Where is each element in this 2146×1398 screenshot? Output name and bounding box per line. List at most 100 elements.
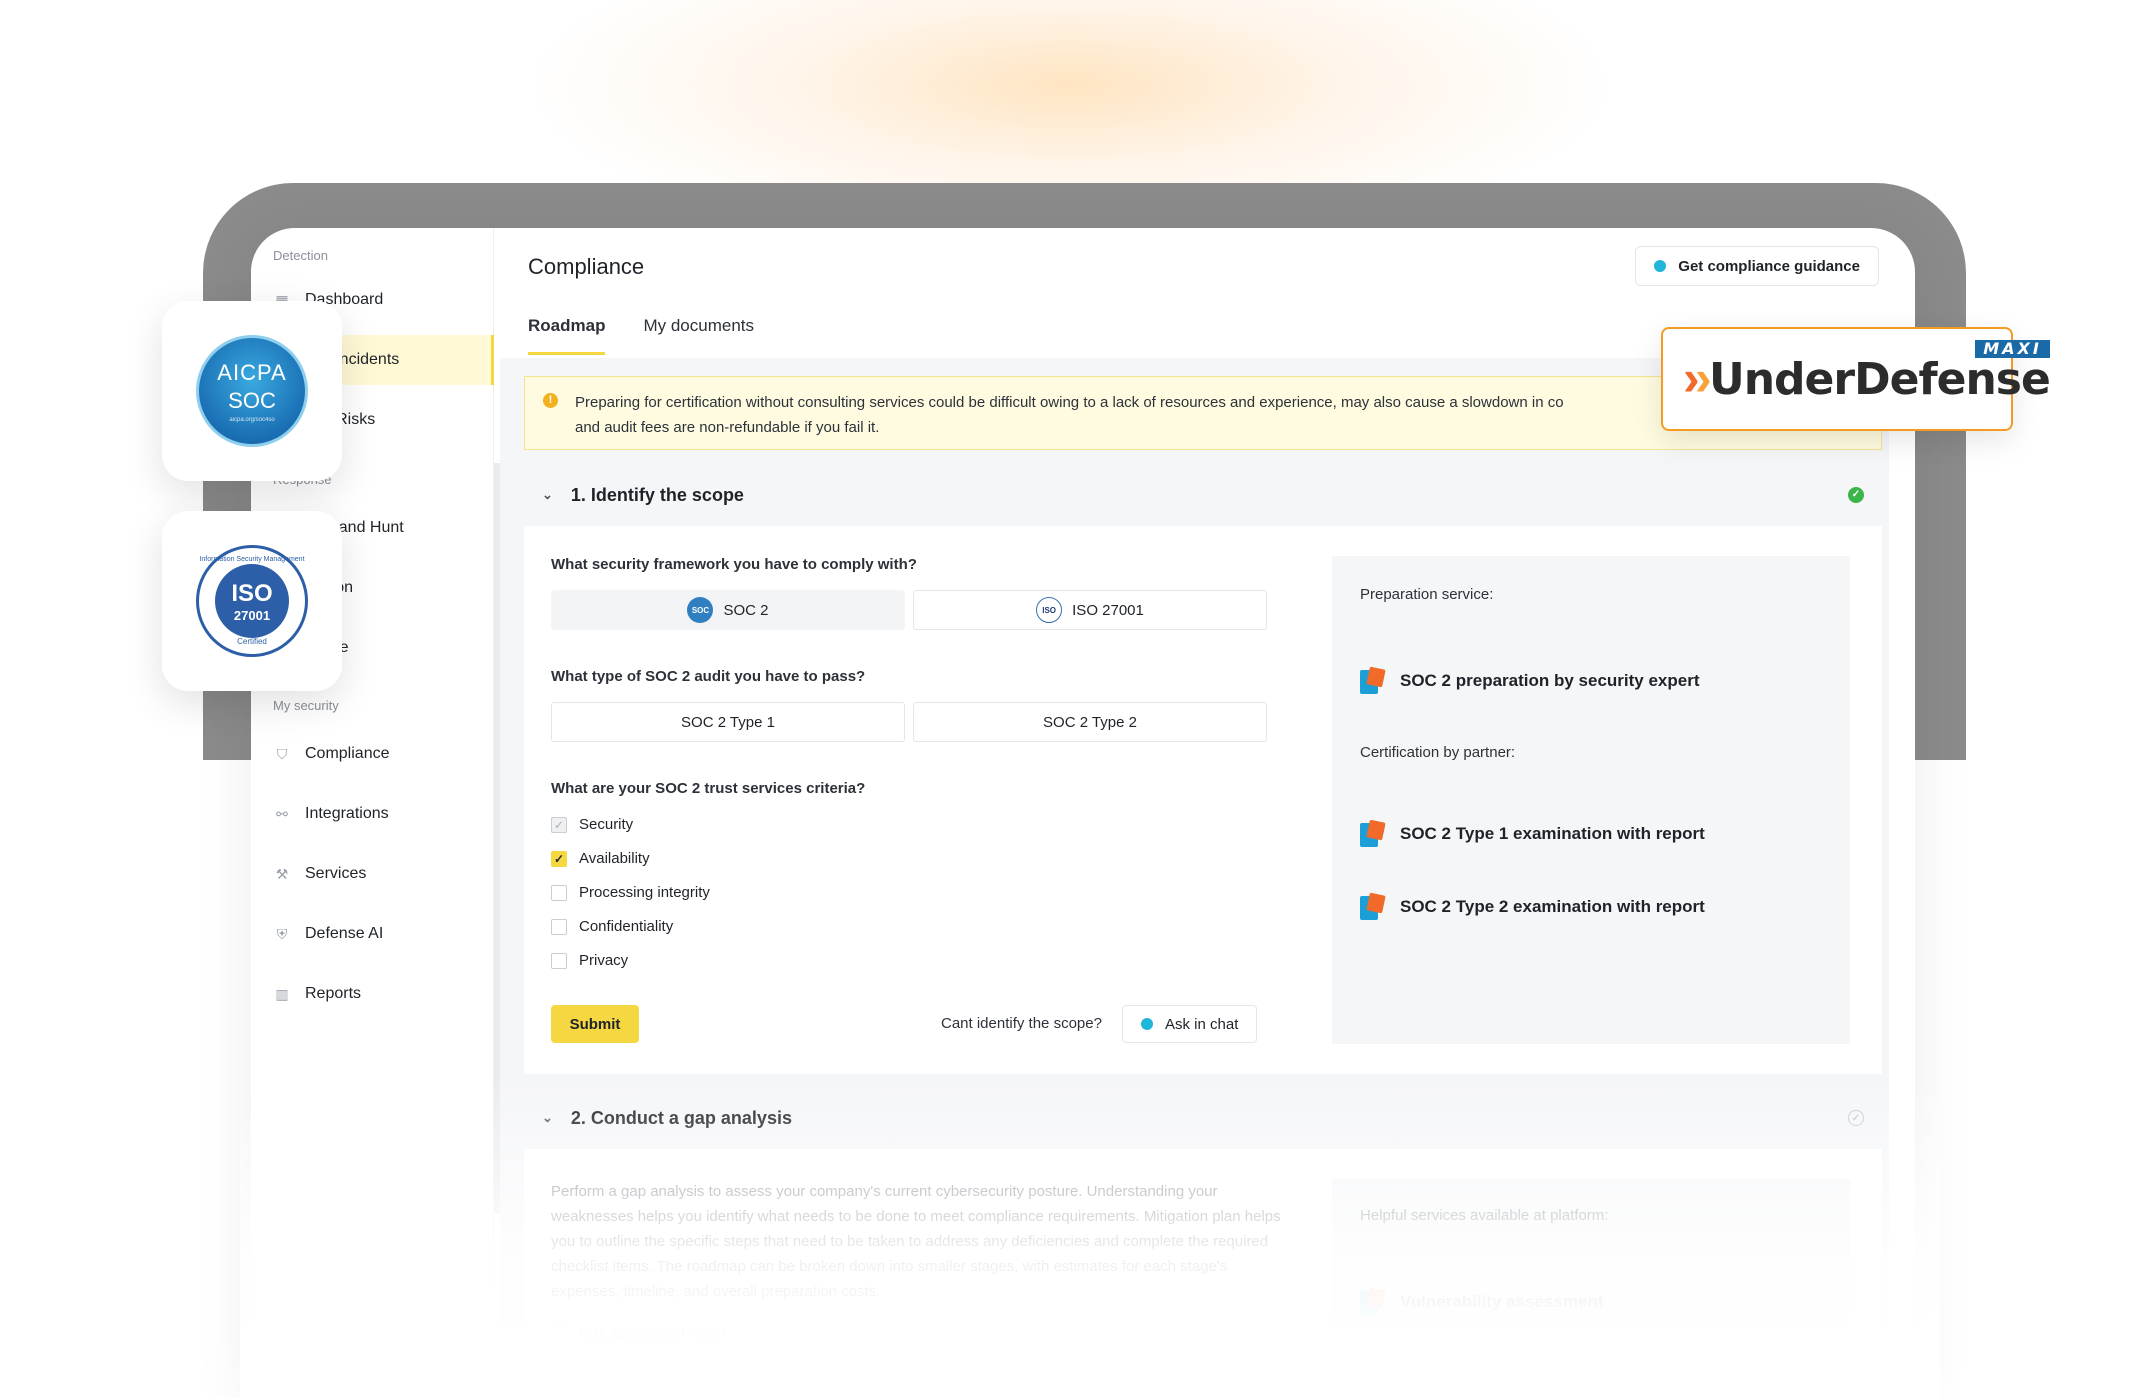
shield-check-icon: ⛉ [276,745,288,762]
sidebar-section-my-security: My security [273,698,339,713]
option-label: SOC 2 [723,601,769,619]
iso-ring-text: Information Security Management [199,556,305,563]
risk-report-label: Risk assessment report [579,1325,726,1341]
certification-label: Certification by partner: [1360,744,1516,761]
checkbox-icon [551,1325,567,1341]
chevron-down-icon: ⌄ [542,1110,553,1125]
pending-circle-icon: ✓ [1848,1110,1864,1126]
brand-tag: MAXI [1975,339,2050,358]
checkbox-checked-icon: ✓ [551,850,567,867]
aicpa-text: AICPA [217,359,287,385]
preparation-service-item[interactable]: SOC 2 preparation by security expert [1360,666,1700,694]
helpful-services-panel: Helpful services available at platform: … [1332,1179,1850,1398]
iso-badge-icon: ISO [1036,597,1063,623]
sidebar-item-services[interactable]: ⚒ Services [273,849,488,899]
link-icon: ⚯ [276,805,288,822]
criteria-security[interactable]: ✓ Security [551,816,633,833]
book-icon [1360,1287,1386,1315]
iso-certified: Certified [237,637,267,646]
criteria-privacy[interactable]: Privacy [551,952,628,969]
criteria-availability[interactable]: ✓ Availability [551,850,650,867]
sidebar-item-compliance[interactable]: ⛉ Compliance [273,729,488,779]
criteria-confidentiality[interactable]: Confidentiality [551,918,673,935]
criteria-processing-integrity[interactable]: Processing integrity [551,884,710,901]
step1-header[interactable]: ⌄ 1. Identify the scope ✓ [524,464,1882,526]
chevron-down-icon: ⌄ [542,487,553,502]
cant-identify-text: Cant identify the scope? [941,1015,1102,1032]
iso-27001-card: Information Security Management ISO 2700… [162,511,342,691]
step1-body: What security framework you have to comp… [524,526,1882,1074]
aicpa-soc-card: AICPA SOC aicpa.org/soc4so [162,301,342,481]
soc-badge-icon: SOC [687,597,714,623]
brand-name: UnderDefense MAXI [1709,339,2051,405]
step1-title: 1. Identify the scope [570,484,744,505]
preparation-label: Preparation service: [1360,586,1494,603]
criteria-question: What are your SOC 2 trust services crite… [551,780,866,797]
book-icon [1360,666,1386,694]
ask-in-chat-button[interactable]: Ask in chat [1122,1005,1258,1043]
option-label: ISO 27001 [1072,601,1144,619]
step2-header[interactable]: ⌄ 2. Conduct a gap analysis ✓ [524,1087,1882,1149]
bar-chart-icon: ▥ [275,985,289,1002]
iso-number: 27001 [233,607,271,623]
check-circle-icon: ✓ [1848,487,1864,503]
checkbox-icon [551,952,567,969]
iso-text: ISO [231,579,273,607]
aicpa-url: aicpa.org/soc4so [229,416,275,423]
service-label: SOC 2 preparation by security expert [1400,671,1700,690]
helpful-services-label: Helpful services available at platform: [1360,1207,1609,1224]
guidance-label: Get compliance guidance [1678,257,1860,275]
framework-option-iso[interactable]: ISO ISO 27001 [913,590,1267,630]
book-icon [1360,819,1386,847]
criteria-label: Confidentiality [579,918,674,935]
sidebar-item-label: Services [305,865,367,882]
vulnerability-assessment-item[interactable]: Vulnerability assessment [1360,1287,1604,1315]
cert-item-type1[interactable]: SOC 2 Type 1 examination with report [1360,819,1705,847]
step2-title: 2. Conduct a gap analysis [570,1107,792,1128]
sidebar-item-label: Reports [305,985,362,1002]
services-panel: Preparation service: SOC 2 preparation b… [1332,556,1850,1044]
audit-option-type2[interactable]: SOC 2 Type 2 [913,702,1267,742]
framework-option-soc2[interactable]: SOC SOC 2 [551,590,905,630]
soc-text: SOC [228,387,276,413]
sidebar-item-reports[interactable]: ▥ Reports [273,969,488,1019]
sidebar-item-integrations[interactable]: ⚯ Integrations [273,789,488,839]
wrench-icon: ⚒ [275,865,289,882]
chat-icon [1654,260,1667,272]
risk-report-item[interactable]: Risk assessment report [551,1325,725,1341]
tab-my-documents[interactable]: My documents [643,316,754,355]
brand-name-text: UnderDefense [1709,353,2051,405]
ask-label: Ask in chat [1165,1015,1239,1033]
audit-option-type1[interactable]: SOC 2 Type 1 [551,702,905,742]
criteria-label: Availability [579,850,650,867]
tabs: Roadmap My documents [528,316,754,355]
service-label: SOC 2 Type 1 examination with report [1400,824,1705,843]
vuln-sub-item: Vulnerability assessment [584,1351,728,1366]
compliance-guidance-button[interactable]: Get compliance guidance [1635,246,1879,286]
tab-roadmap[interactable]: Roadmap [528,316,606,355]
checkbox-icon [551,918,567,935]
documents-collected: Documents collected [1094,1347,1245,1364]
service-label: Vulnerability assessment [1400,1292,1604,1311]
submit-button[interactable]: Submit [551,1005,639,1043]
step2-body: Perform a gap analysis to assess your co… [524,1149,1882,1398]
chat-icon [1141,1018,1153,1030]
page-title: Compliance [528,254,645,279]
sidebar-item-label: Defense AI [305,925,384,942]
framework-question: What security framework you have to comp… [551,556,917,573]
gap-analysis-text: Perform a gap analysis to assess your co… [551,1183,1281,1300]
warning-icon: ! [543,393,558,408]
checkbox-disabled-icon: ✓ [551,816,567,833]
audit-question: What type of SOC 2 audit you have to pas… [551,668,866,685]
underdefense-brand-card: › › UnderDefense MAXI [1661,327,2051,431]
checkbox-icon [551,884,567,901]
aicpa-soc-logo-icon: AICPA SOC aicpa.org/soc4so [196,335,308,447]
criteria-label: Security [579,816,634,833]
sidebar-section-detection: Detection [273,248,328,263]
service-label: SOC 2 Type 2 examination with report [1400,897,1705,916]
sidebar-item-defense-ai[interactable]: ⛨ Defense AI [273,909,488,959]
cert-item-type2[interactable]: SOC 2 Type 2 examination with report [1360,892,1705,920]
sidebar-item-label: Integrations [305,805,389,822]
iso-27001-logo-icon: Information Security Management ISO 2700… [196,545,308,657]
sidebar-item-label: Compliance [305,745,390,762]
